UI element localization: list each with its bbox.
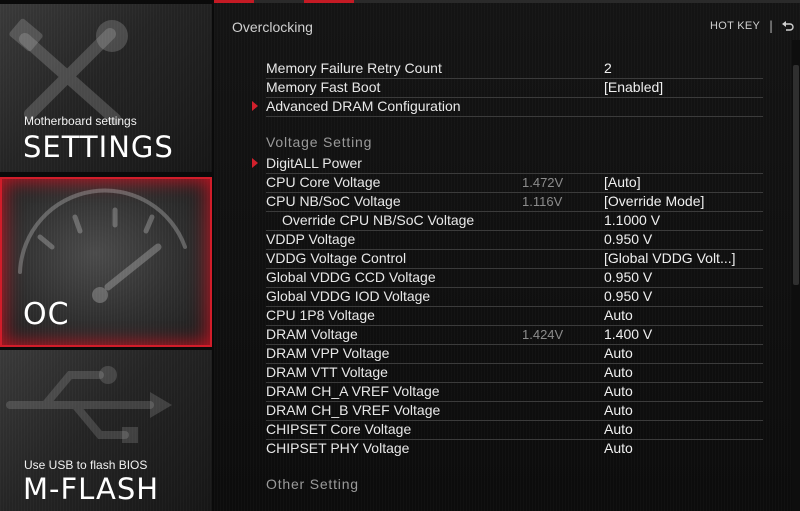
top-tab-strip <box>214 0 800 3</box>
setting-value[interactable]: Auto <box>604 382 633 401</box>
mflash-title: M-FLASH <box>23 472 160 506</box>
sidebar: Motherboard settings SETTINGS OC Use USB… <box>0 0 214 511</box>
setting-value[interactable]: [Global VDDG Volt...] <box>604 249 736 268</box>
mflash-subtitle: Use USB to flash BIOS <box>24 458 148 472</box>
setting-value[interactable]: Auto <box>604 439 633 458</box>
setting-value[interactable]: 0.950 V <box>604 287 652 306</box>
setting-label: Override CPU NB/SoC Voltage <box>282 212 475 228</box>
setting-value[interactable]: [Enabled] <box>604 78 663 97</box>
oc-title: OC <box>23 297 70 332</box>
setting-value[interactable]: Auto <box>604 344 633 363</box>
setting-row-vddp-voltage[interactable]: VDDP Voltage 0.950 V <box>266 230 763 250</box>
setting-label: Memory Fast Boot <box>266 79 381 95</box>
setting-label: CPU NB/SoC Voltage <box>266 193 401 209</box>
setting-label: DRAM CH_B VREF Voltage <box>266 402 441 418</box>
setting-value[interactable]: 2 <box>604 59 612 78</box>
setting-row-dram-ch-b-vref-voltage[interactable]: DRAM CH_B VREF Voltage Auto <box>266 401 763 421</box>
setting-row-override-cpu-nb-soc-voltage[interactable]: Override CPU NB/SoC Voltage 1.1000 V <box>266 211 763 231</box>
setting-label: CHIPSET Core Voltage <box>266 421 412 437</box>
setting-row-memory-fast-boot[interactable]: Memory Fast Boot [Enabled] <box>266 78 763 98</box>
current-voltage-readout: 1.116V <box>522 194 563 209</box>
setting-row-global-vddg-ccd-voltage[interactable]: Global VDDG CCD Voltage 0.950 V <box>266 268 763 288</box>
back-arrow-icon[interactable] <box>782 20 794 32</box>
settings-subtitle: Motherboard settings <box>24 114 137 128</box>
page-title: Overclocking <box>232 19 313 35</box>
setting-row-memory-failure-retry-count[interactable]: Memory Failure Retry Count 2 <box>266 59 763 79</box>
setting-value[interactable]: [Auto] <box>604 173 641 192</box>
settings-tile[interactable]: Motherboard settings SETTINGS <box>0 4 212 172</box>
setting-value[interactable]: Auto <box>604 401 633 420</box>
section-header-voltage: Voltage Setting <box>266 134 373 150</box>
setting-value[interactable]: Auto <box>604 306 633 325</box>
oc-tile[interactable]: OC <box>0 177 212 347</box>
setting-label: Memory Failure Retry Count <box>266 60 442 76</box>
setting-label: Global VDDG IOD Voltage <box>266 288 431 304</box>
submenu-arrow-icon <box>252 158 258 168</box>
setting-row-dram-vpp-voltage[interactable]: DRAM VPP Voltage Auto <box>266 344 763 364</box>
hotkey-button[interactable]: HOT KEY <box>710 20 760 32</box>
setting-label: Advanced DRAM Configuration <box>266 98 461 114</box>
setting-value[interactable]: 0.950 V <box>604 230 652 249</box>
setting-value[interactable]: 0.950 V <box>604 268 652 287</box>
setting-label: DRAM Voltage <box>266 326 358 342</box>
setting-label: CPU Core Voltage <box>266 174 381 190</box>
submenu-arrow-icon <box>252 101 258 111</box>
settings-title: SETTINGS <box>23 130 174 164</box>
hotkey-separator: | <box>769 19 774 33</box>
scrollbar-thumb[interactable] <box>793 65 799 285</box>
setting-label: DigitALL Power <box>266 155 362 171</box>
setting-row-dram-vtt-voltage[interactable]: DRAM VTT Voltage Auto <box>266 363 763 383</box>
setting-label: DRAM VPP Voltage <box>266 345 390 361</box>
overclocking-panel: Overclocking HOT KEY | Memory Failure Re… <box>214 0 800 511</box>
setting-value[interactable]: Auto <box>604 363 633 382</box>
setting-label: DRAM VTT Voltage <box>266 364 388 380</box>
setting-row-cpu-core-voltage[interactable]: CPU Core Voltage 1.472V [Auto] <box>266 173 763 193</box>
setting-row-cpu-nb-soc-voltage[interactable]: CPU NB/SoC Voltage 1.116V [Override Mode… <box>266 192 763 212</box>
setting-label: Global VDDG CCD Voltage <box>266 269 436 285</box>
current-voltage-readout: 1.472V <box>522 175 564 190</box>
setting-row-cpu-1p8-voltage[interactable]: CPU 1P8 Voltage Auto <box>266 306 763 326</box>
setting-label: VDDP Voltage <box>266 231 356 247</box>
submenu-digitall-power[interactable]: DigitALL Power <box>252 154 763 174</box>
section-header-other: Other Setting <box>266 476 359 492</box>
setting-label: DRAM CH_A VREF Voltage <box>266 383 440 399</box>
setting-row-chipset-phy-voltage[interactable]: CHIPSET PHY Voltage Auto <box>266 439 763 458</box>
setting-label: VDDG Voltage Control <box>266 250 407 266</box>
setting-row-global-vddg-iod-voltage[interactable]: Global VDDG IOD Voltage 0.950 V <box>266 287 763 307</box>
setting-label: CPU 1P8 Voltage <box>266 307 375 323</box>
setting-value[interactable]: Auto <box>604 420 633 439</box>
setting-label: CHIPSET PHY Voltage <box>266 440 410 456</box>
setting-value[interactable]: 1.1000 V <box>604 211 660 230</box>
scrollbar[interactable] <box>792 40 800 511</box>
setting-value[interactable]: [Override Mode] <box>604 192 704 211</box>
mflash-tile[interactable]: Use USB to flash BIOS M-FLASH <box>0 350 212 511</box>
setting-row-dram-ch-a-vref-voltage[interactable]: DRAM CH_A VREF Voltage Auto <box>266 382 763 402</box>
current-voltage-readout: 1.424V <box>522 327 564 342</box>
submenu-advanced-dram-configuration[interactable]: Advanced DRAM Configuration <box>252 97 763 117</box>
setting-row-dram-voltage[interactable]: DRAM Voltage 1.424V 1.400 V <box>266 325 763 345</box>
setting-row-vddg-voltage-control[interactable]: VDDG Voltage Control [Global VDDG Volt..… <box>266 249 763 269</box>
setting-row-chipset-core-voltage[interactable]: CHIPSET Core Voltage Auto <box>266 420 763 440</box>
setting-value[interactable]: 1.400 V <box>604 325 652 344</box>
